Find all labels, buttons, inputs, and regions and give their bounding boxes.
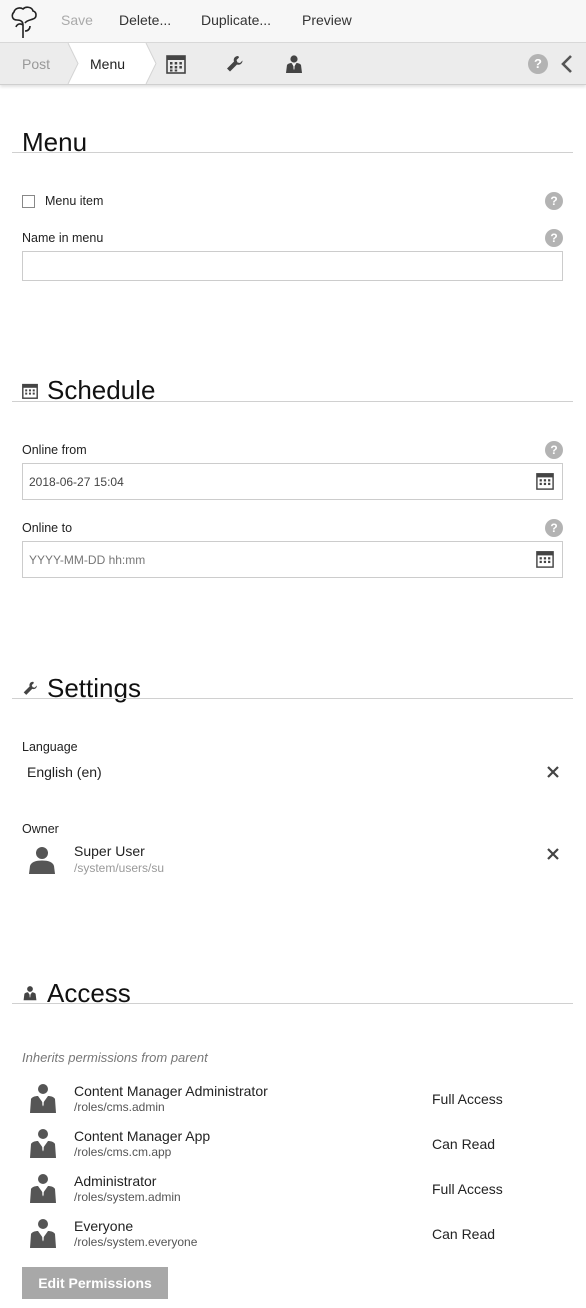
name-in-menu-label: Name in menu [22, 231, 104, 245]
inherits-note: Inherits permissions from parent [22, 1050, 208, 1065]
role-name: Content Manager Administrator [74, 1083, 268, 1099]
delete-button[interactable]: Delete... [119, 12, 171, 28]
edit-permissions-button[interactable]: Edit Permissions [22, 1267, 168, 1299]
owner-avatar-icon [29, 847, 55, 874]
tab-post[interactable]: Post [22, 56, 50, 72]
role-name: Content Manager App [74, 1128, 211, 1144]
menu-section-title: Menu [22, 127, 88, 157]
save-button[interactable]: Save [61, 12, 93, 28]
role-avatar-icon [30, 1174, 56, 1203]
owner-label: Owner [22, 822, 59, 836]
section-divider [12, 401, 573, 402]
role-access: Can Read [432, 1136, 496, 1152]
remove-owner-icon[interactable] [545, 846, 561, 862]
role-avatar-icon [30, 1219, 56, 1248]
wrench-icon[interactable] [225, 54, 245, 74]
owner-name: Super User [74, 843, 145, 859]
role-access: Can Read [432, 1226, 496, 1242]
section-divider [12, 152, 573, 153]
wrench-icon [23, 681, 37, 695]
online-from-value: 2018-06-27 15:04 [29, 475, 124, 489]
duplicate-button[interactable]: Duplicate... [201, 12, 271, 28]
online-from-input[interactable]: 2018-06-27 15:04 [22, 463, 563, 500]
calendar-icon [22, 383, 38, 399]
online-from-label: Online from [22, 443, 87, 457]
collapse-chevron-icon[interactable] [560, 53, 574, 75]
language-value: English (en) [27, 764, 102, 780]
calendar-icon[interactable] [166, 54, 186, 74]
help-icon[interactable]: ? [545, 229, 563, 247]
owner-path: /system/users/su [74, 861, 165, 875]
role-access: Full Access [432, 1181, 503, 1197]
role-name: Everyone [74, 1218, 134, 1234]
user-icon [23, 986, 37, 1001]
tab-bar: Post Menu ? [0, 43, 586, 85]
calendar-picker-icon[interactable] [536, 550, 554, 568]
role-access: Full Access [432, 1091, 503, 1107]
help-icon[interactable]: ? [528, 54, 548, 74]
language-label: Language [22, 740, 78, 754]
online-to-placeholder: YYYY-MM-DD hh:mm [29, 553, 146, 567]
calendar-picker-icon[interactable] [536, 472, 554, 490]
user-icon[interactable] [284, 54, 304, 74]
preview-button[interactable]: Preview [302, 12, 352, 28]
role-avatar-icon [30, 1084, 56, 1113]
online-to-input[interactable]: YYYY-MM-DD hh:mm [22, 541, 563, 578]
name-in-menu-input[interactable] [22, 251, 563, 281]
help-icon[interactable]: ? [545, 192, 563, 210]
menu-item-label: Menu item [45, 194, 104, 208]
role-name: Administrator [74, 1173, 157, 1189]
help-icon[interactable]: ? [545, 441, 563, 459]
role-path: /roles/cms.admin [74, 1100, 165, 1114]
role-path: /roles/system.everyone [74, 1235, 198, 1249]
online-to-label: Online to [22, 521, 73, 535]
menu-item-checkbox[interactable] [22, 195, 35, 208]
role-avatar-icon [30, 1129, 56, 1158]
role-path: /roles/system.admin [74, 1190, 181, 1204]
section-divider [12, 698, 573, 699]
settings-section-title: Settings [47, 673, 141, 703]
top-toolbar: Save Delete... Duplicate... Preview [0, 0, 586, 43]
tab-menu[interactable]: Menu [90, 56, 125, 72]
remove-language-icon[interactable] [545, 764, 561, 780]
access-section-title: Access [47, 978, 131, 1008]
role-path: /roles/cms.cm.app [74, 1145, 172, 1159]
section-divider [12, 1003, 573, 1004]
help-icon[interactable]: ? [545, 519, 563, 537]
tree-logo-icon[interactable] [8, 5, 40, 39]
